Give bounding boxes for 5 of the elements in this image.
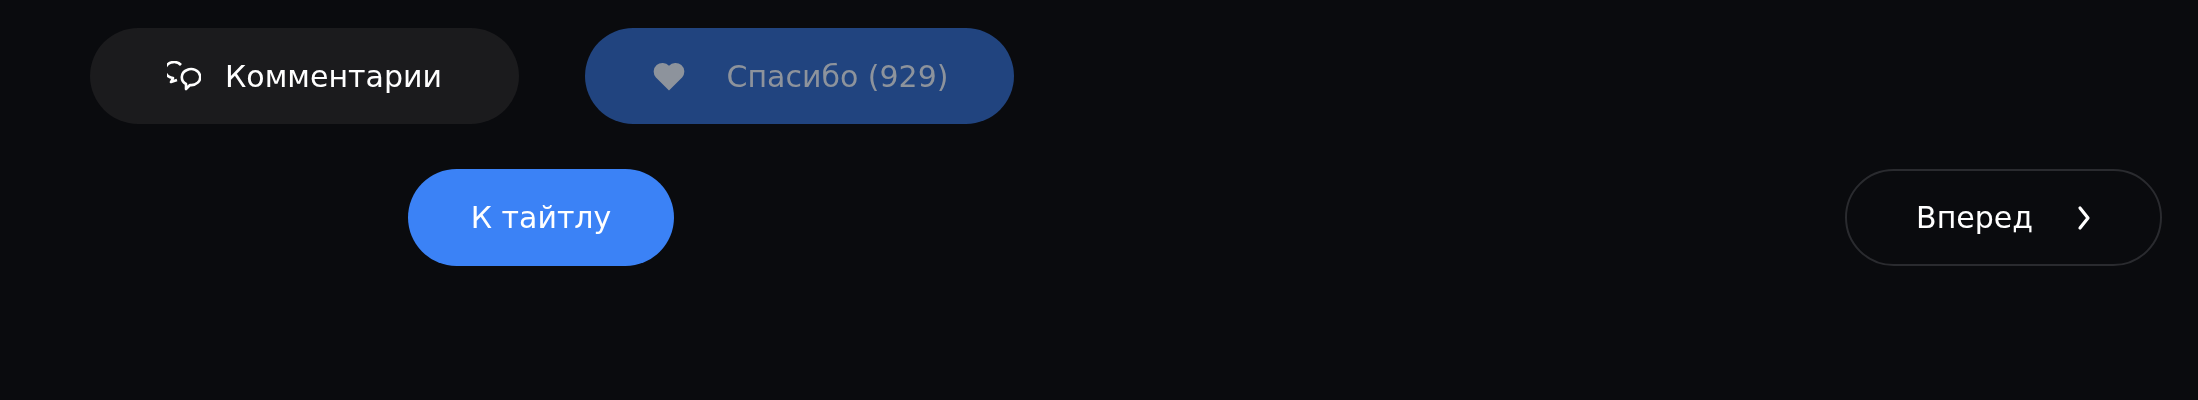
title-link-button[interactable]: К тайтлу — [408, 169, 674, 266]
comments-button[interactable]: Комментарии — [90, 28, 519, 124]
chat-bubbles-icon — [167, 61, 202, 91]
chevron-right-icon — [2076, 204, 2091, 231]
next-button[interactable]: Вперед — [1845, 169, 2162, 266]
